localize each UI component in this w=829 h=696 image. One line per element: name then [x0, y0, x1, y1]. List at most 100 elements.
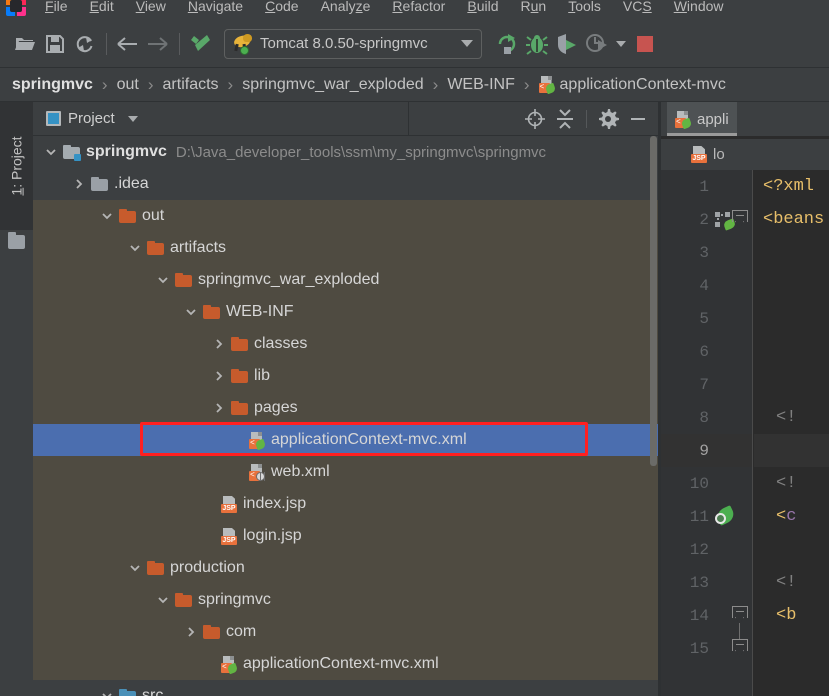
table-row[interactable]: out — [33, 200, 658, 232]
menu-bar: File Edit View Navigate Code Analyze Ref… — [0, 0, 829, 20]
breadcrumb-item-out[interactable]: out — [117, 76, 139, 94]
chevron-down-icon[interactable] — [41, 136, 61, 168]
menu-item-code[interactable]: Code — [254, 0, 309, 17]
sidebar-item-project[interactable]: 1: Project — [0, 102, 33, 230]
table-row[interactable]: springmvc_war_exploded — [33, 264, 658, 296]
breadcrumb-separator: › — [147, 74, 154, 94]
tree-item-label: applicationContext-mvc.xml — [243, 655, 439, 672]
spring-scan-icon[interactable] — [714, 504, 741, 527]
chevron-right-icon[interactable] — [69, 168, 89, 200]
scrollbar-thumb[interactable] — [650, 136, 657, 466]
stop-square-icon[interactable] — [630, 29, 660, 59]
profiler-dropdown-chevron-down-icon[interactable] — [612, 29, 630, 59]
code-line-current — [754, 434, 829, 467]
tree-item-application-context-mvc-xml[interactable]: < applicationContext-mvc.xml — [33, 424, 658, 456]
chevron-right-icon[interactable] — [209, 392, 229, 424]
editor-tab-label: appli — [697, 110, 729, 128]
folder-orange-icon — [119, 209, 136, 223]
code-editor[interactable]: 1 2 3 4 5 6 7 8 9 10 11 12 13 14 15 <?xm… — [661, 170, 829, 696]
project-view-selector[interactable]: Project — [33, 110, 138, 127]
code-fold-marker[interactable] — [732, 606, 748, 639]
intellij-idea-logo-icon — [6, 0, 26, 16]
save-icon[interactable] — [40, 29, 70, 59]
menu-item-navigate[interactable]: Navigate — [177, 0, 254, 17]
chevron-down-icon[interactable] — [97, 680, 117, 696]
panel-header-divider — [408, 102, 409, 136]
code-fold-marker[interactable] — [732, 639, 748, 657]
table-row[interactable]: lib — [33, 360, 658, 392]
code-fold-marker[interactable] — [732, 210, 748, 228]
chevron-down-icon[interactable] — [97, 200, 117, 232]
project-tree-scrollbar[interactable] — [649, 136, 658, 696]
rerun-icon[interactable] — [492, 29, 522, 59]
gutter-line: 11 — [661, 500, 753, 533]
table-row[interactable]: springmvc — [33, 584, 658, 616]
table-row[interactable]: pages — [33, 392, 658, 424]
editor-gutter[interactable]: 1 2 3 4 5 6 7 8 9 10 11 12 13 14 15 — [661, 170, 753, 696]
coverage-run-icon[interactable] — [552, 29, 582, 59]
menu-item-vcs[interactable]: VCS — [612, 0, 663, 17]
code-text-column[interactable]: <?xml <beans <! <! < c <! <b — [754, 170, 829, 696]
menu-item-refactor[interactable]: Refactor — [381, 0, 456, 17]
breadcrumb: springmvc › out › artifacts › springmvc_… — [0, 68, 829, 102]
chevron-down-icon[interactable] — [127, 115, 138, 122]
project-tree[interactable]: springmvc D:\Java_developer_tools\ssm\my… — [33, 136, 658, 696]
table-row[interactable]: springmvc D:\Java_developer_tools\ssm\my… — [33, 136, 658, 168]
menu-item-analyze[interactable]: Analyze — [310, 0, 382, 17]
table-row[interactable]: < web.xml — [33, 456, 658, 488]
refresh-icon[interactable] — [70, 29, 100, 59]
breadcrumb-item-springmvc[interactable]: springmvc — [12, 76, 93, 94]
table-row[interactable]: .idea — [33, 168, 658, 200]
tree-item-label: lib — [254, 367, 271, 384]
table-row[interactable]: < applicationContext-mvc.xml — [33, 648, 658, 680]
breadcrumb-item-application-context[interactable]: applicationContext-mvc — [560, 76, 726, 94]
main-toolbar: Tomcat 8.0.50-springmvc — [0, 20, 829, 68]
menu-item-edit[interactable]: Edit — [79, 0, 125, 17]
minimize-icon[interactable] — [624, 105, 652, 133]
menu-item-view[interactable]: View — [125, 0, 177, 17]
menu-item-file[interactable]: File — [34, 0, 79, 17]
chevron-right-icon[interactable] — [209, 360, 229, 392]
hammer-icon[interactable] — [186, 29, 216, 59]
gear-icon[interactable] — [594, 105, 622, 133]
folder-orange-icon — [175, 593, 192, 607]
table-row[interactable]: JSP index.jsp — [33, 488, 658, 520]
line-number: 4 — [699, 276, 709, 295]
table-row[interactable]: artifacts — [33, 232, 658, 264]
table-row[interactable]: com — [33, 616, 658, 648]
arrow-left-icon[interactable] — [113, 29, 143, 59]
table-row[interactable]: classes — [33, 328, 658, 360]
arrow-right-icon[interactable] — [143, 29, 173, 59]
menu-item-run[interactable]: Run — [510, 0, 558, 17]
chevron-right-icon[interactable] — [181, 616, 201, 648]
run-configuration-selector[interactable]: Tomcat 8.0.50-springmvc — [224, 28, 482, 59]
folder-open-icon[interactable] — [10, 29, 40, 59]
table-row[interactable]: WEB-INF — [33, 296, 658, 328]
code-line: <beans — [754, 203, 829, 236]
table-row[interactable]: JSP login.jsp — [33, 520, 658, 552]
crosshair-target-icon[interactable] — [521, 105, 549, 133]
tab-application-context-mvc-xml[interactable]: < appli — [667, 102, 737, 136]
collapse-all-icon[interactable] — [551, 105, 579, 133]
chevron-down-icon[interactable] — [153, 264, 173, 296]
table-row[interactable]: src — [33, 680, 658, 696]
bug-icon[interactable] — [522, 29, 552, 59]
breadcrumb-item-web-inf[interactable]: WEB-INF — [447, 76, 515, 94]
line-number: 10 — [689, 474, 709, 493]
chevron-right-icon[interactable] — [209, 328, 229, 360]
chevron-down-icon[interactable] — [125, 232, 145, 264]
chevron-down-icon[interactable] — [125, 552, 145, 584]
gutter-line: 8 — [661, 401, 753, 434]
profiler-icon[interactable] — [582, 29, 612, 59]
chevron-down-icon[interactable] — [181, 296, 201, 328]
breadcrumb-item-artifacts[interactable]: artifacts — [163, 76, 219, 94]
table-row[interactable]: production — [33, 552, 658, 584]
menu-item-build[interactable]: Build — [456, 0, 509, 17]
breadcrumb-item-war-exploded[interactable]: springmvc_war_exploded — [242, 76, 423, 94]
folder-icon[interactable] — [8, 232, 25, 249]
menu-item-window[interactable]: Window — [663, 0, 735, 17]
chevron-down-icon[interactable] — [153, 584, 173, 616]
chevron-down-icon[interactable] — [461, 40, 473, 47]
menu-item-tools[interactable]: Tools — [557, 0, 612, 17]
